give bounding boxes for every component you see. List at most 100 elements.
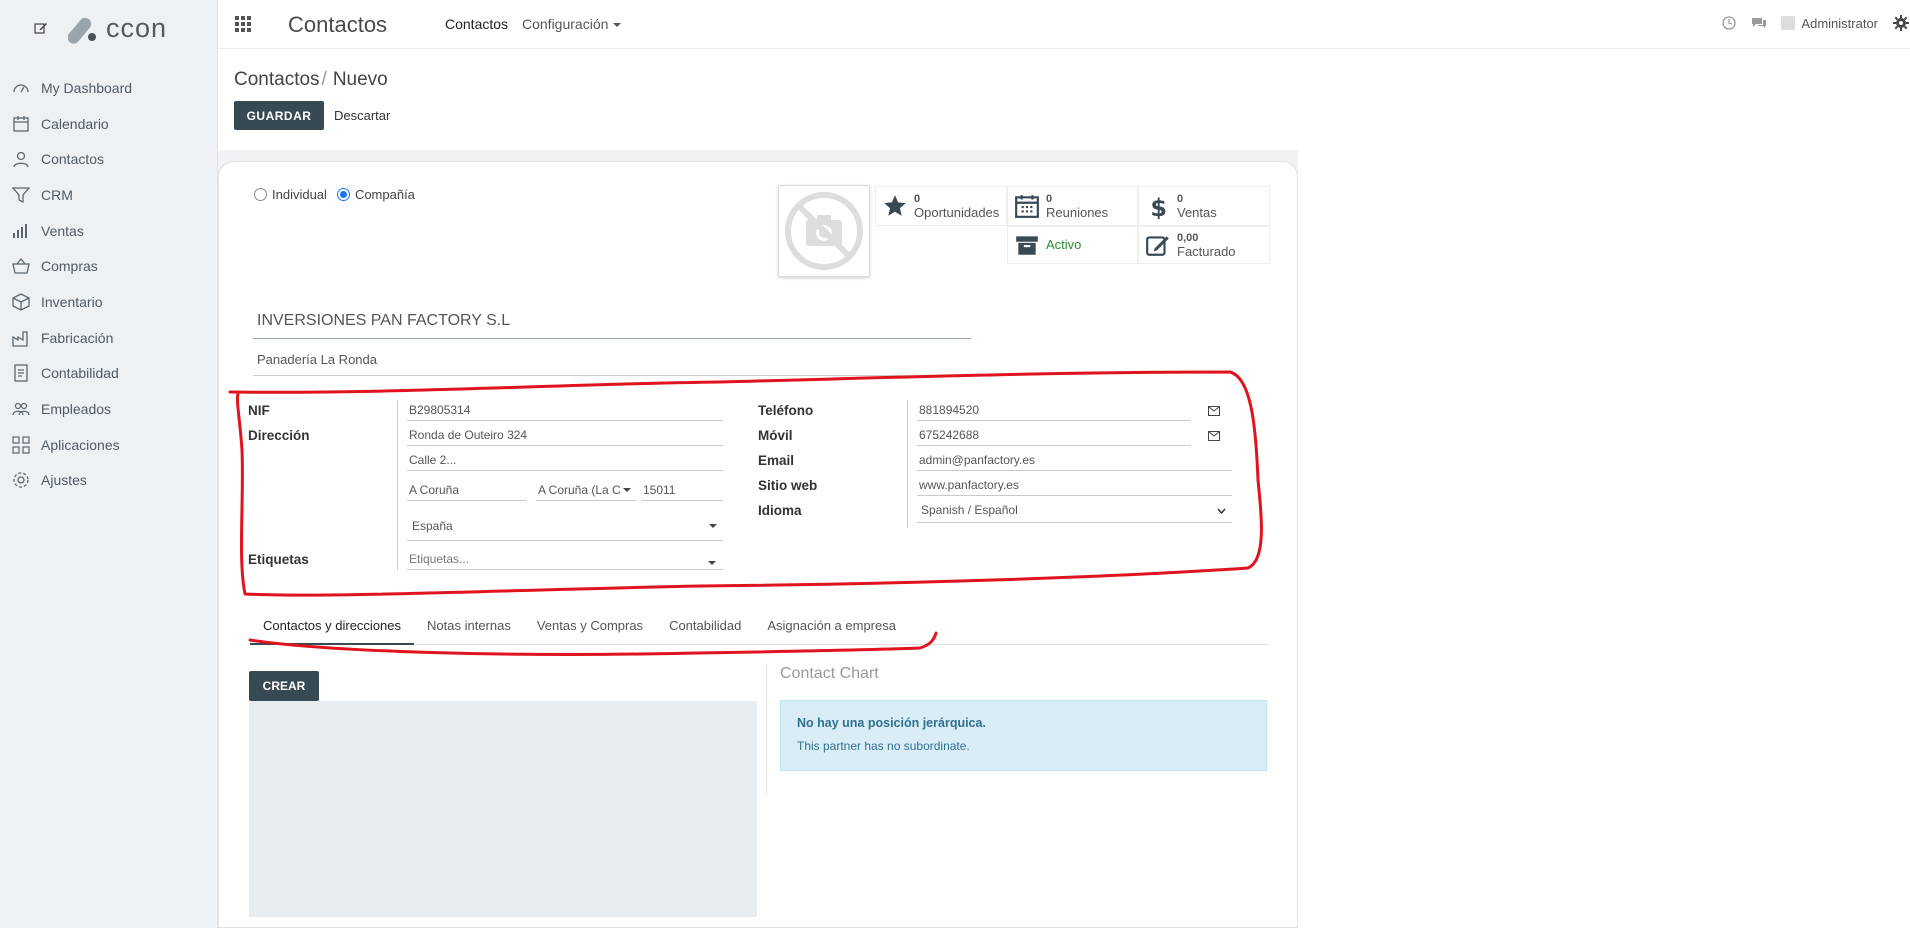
avatar[interactable]	[1781, 16, 1796, 30]
sidebar-item-label: Inventario	[41, 293, 103, 310]
box-icon	[12, 293, 30, 311]
calendar-icon	[1015, 195, 1039, 218]
active-toggle-button[interactable]: Activo	[1007, 226, 1138, 264]
sidebar-item-label: Contactos	[41, 151, 105, 168]
sidebar-item-label: Empleados	[41, 401, 112, 418]
zip-input[interactable]: 15011	[641, 481, 723, 501]
phone-label: Teléfono	[758, 403, 814, 418]
alert-title: No hay una posición jerárquica.	[797, 716, 986, 730]
radio-company-label[interactable]: Compañía	[355, 187, 415, 202]
sidebar-item-fabricacion[interactable]: Fabricación	[0, 320, 217, 356]
gear-icon	[13, 472, 29, 489]
country-select[interactable]: España	[407, 517, 723, 541]
user-name[interactable]: Administrator	[1801, 16, 1878, 31]
tab-asignacion-empresa[interactable]: Asignación a empresa	[754, 612, 909, 645]
sidebar-item-calendario[interactable]: Calendario	[0, 106, 217, 142]
sidebar-item-crm[interactable]: CRM	[0, 177, 217, 213]
sidebar-item-compras[interactable]: Compras	[0, 248, 217, 284]
radio-company[interactable]	[336, 188, 350, 201]
company-name-input[interactable]: INVERSIONES PAN FACTORY S.L	[253, 309, 971, 339]
edit-icon[interactable]	[34, 21, 48, 35]
sidebar-item-label: Aplicaciones	[41, 436, 120, 453]
app-menu-grid-icon[interactable]	[235, 16, 251, 32]
sms-envelope-icon[interactable]	[1208, 406, 1220, 416]
street-input[interactable]: Ronda de Outeiro 324	[407, 426, 723, 446]
sidebar-nav: My Dashboard Calendario Contactos CRM Ve…	[0, 70, 217, 498]
menu-contactos[interactable]: Contactos	[445, 16, 508, 32]
nif-input[interactable]: B29805314	[407, 401, 723, 421]
radio-individual-label[interactable]: Individual	[272, 187, 327, 202]
meetings-button[interactable]: 0 Reuniones	[1007, 186, 1138, 226]
user-icon	[13, 152, 29, 168]
tab-contactos-direcciones[interactable]: Contactos y direcciones	[250, 612, 415, 645]
tags-input[interactable]: Etiquetas...	[407, 550, 723, 570]
discard-button[interactable]: Descartar	[334, 108, 390, 123]
mobile-input[interactable]: 675242688	[917, 426, 1191, 446]
reference-input[interactable]: Panadería La Ronda	[253, 349, 971, 376]
sidebar-item-dashboard[interactable]: My Dashboard	[0, 70, 217, 106]
email-input[interactable]: admin@panfactory.es	[917, 451, 1232, 471]
opportunities-count: 0	[914, 193, 921, 205]
active-label: Activo	[1046, 237, 1082, 252]
website-input[interactable]: www.panfactory.es	[917, 476, 1232, 496]
sidebar-item-ventas[interactable]: Ventas	[0, 213, 217, 249]
sidebar-item-aplicaciones[interactable]: Aplicaciones	[0, 427, 217, 463]
city-input[interactable]: A Coruña	[407, 481, 527, 501]
contact-chart-title: Contact Chart	[780, 665, 879, 682]
alert-text: This partner has no subordinate.	[797, 739, 970, 753]
phone-input[interactable]: 881894520	[917, 401, 1191, 421]
sidebar-item-ajustes[interactable]: Ajustes	[0, 463, 217, 499]
invoiced-button[interactable]: 0,00 Facturado	[1138, 226, 1270, 264]
state-select[interactable]: A Coruña (La C	[536, 481, 636, 501]
tags-label: Etiquetas	[248, 552, 309, 567]
website-label: Sitio web	[758, 478, 818, 493]
sms-envelope-icon[interactable]	[1208, 431, 1220, 441]
mobile-label: Móvil	[758, 428, 793, 443]
invoiced-amount: 0,00	[1177, 232, 1199, 244]
sidebar-item-label: Ajustes	[41, 472, 87, 489]
menu-configuracion-label: Configuración	[522, 16, 609, 32]
opportunities-label: Oportunidades	[914, 205, 1000, 220]
sidebar: ccon My Dashboard Calendario Contactos C…	[0, 0, 218, 928]
sidebar-item-empleados[interactable]: Empleados	[0, 391, 217, 427]
create-contact-button[interactable]: CREAR	[249, 671, 319, 701]
opportunities-button[interactable]: 0 Oportunidades	[875, 186, 1007, 226]
child-contacts-kanban	[249, 701, 757, 917]
sales-button[interactable]: $ 0 Ventas	[1138, 186, 1270, 226]
clock-icon[interactable]	[1721, 15, 1737, 31]
settings-gear-icon[interactable]	[1892, 14, 1910, 32]
save-button[interactable]: GUARDAR	[234, 101, 324, 130]
sidebar-item-contabilidad[interactable]: Contabilidad	[0, 356, 217, 392]
ledger-icon	[14, 364, 28, 382]
sidebar-item-label: Fabricación	[41, 329, 114, 346]
address-label: Dirección	[248, 428, 310, 443]
radio-individual[interactable]	[254, 188, 267, 201]
calendar-icon	[13, 115, 29, 132]
sales-count: 0	[1177, 193, 1184, 205]
sidebar-item-label: CRM	[41, 186, 73, 203]
contact-image[interactable]	[778, 185, 870, 277]
tab-contabilidad[interactable]: Contabilidad	[656, 612, 754, 645]
dashboard-icon	[13, 84, 29, 93]
brand-logo: ccon	[68, 12, 167, 44]
logo-text: ccon	[106, 12, 168, 43]
sidebar-item-label: My Dashboard	[41, 79, 133, 96]
street2-input[interactable]: Calle 2...	[407, 451, 723, 471]
apps-icon	[12, 436, 30, 454]
tab-ventas-compras[interactable]: Ventas y Compras	[524, 612, 656, 645]
notebook-tabs: Contactos y direcciones Notas internas V…	[250, 612, 1268, 645]
chat-icon[interactable]	[1751, 15, 1767, 31]
sidebar-item-inventario[interactable]: Inventario	[0, 284, 217, 320]
dollar-icon: $	[1150, 194, 1167, 219]
language-select[interactable]: Spanish / Español	[917, 501, 1232, 523]
menu-configuracion[interactable]: Configuración	[522, 16, 622, 32]
sidebar-item-contactos[interactable]: Contactos	[0, 141, 217, 177]
meetings-label: Reuniones	[1046, 205, 1109, 220]
breadcrumb-parent[interactable]: Contactos	[234, 69, 320, 90]
no-photo-camera-icon	[785, 192, 863, 270]
tab-notas-internas[interactable]: Notas internas	[414, 612, 524, 645]
meetings-count: 0	[1046, 193, 1053, 205]
breadcrumb-separator: /	[321, 69, 327, 90]
invoiced-label: Facturado	[1177, 244, 1236, 259]
sidebar-item-label: Compras	[41, 258, 98, 275]
